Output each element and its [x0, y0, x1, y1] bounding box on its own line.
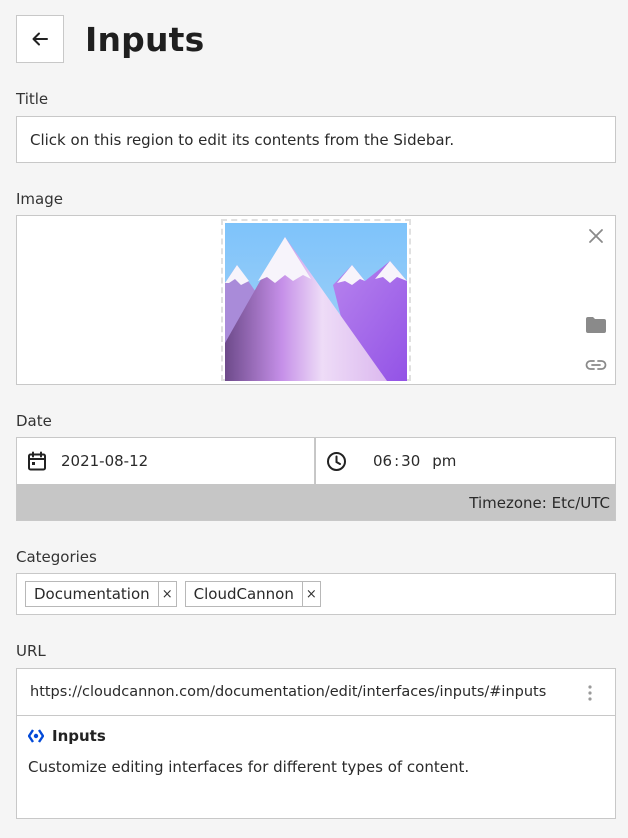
image-input[interactable]: [16, 215, 616, 385]
page-title: Inputs: [85, 20, 205, 59]
date-label: Date: [16, 412, 52, 430]
link-preview-title: Inputs: [28, 727, 106, 745]
category-tag-label: CloudCannon: [193, 585, 294, 603]
link-icon[interactable]: [585, 354, 607, 376]
url-label: URL: [16, 642, 46, 660]
category-tag-label: Documentation: [34, 585, 150, 603]
categories-input[interactable]: Documentation × CloudCannon ×: [16, 573, 616, 615]
remove-tag-button[interactable]: ×: [157, 582, 176, 606]
image-label: Image: [16, 190, 63, 208]
categories-label: Categories: [16, 548, 97, 566]
link-preview-description: Customize editing interfaces for differe…: [28, 758, 470, 776]
date-input-group: 2021-08-12 06 : 30 pm Timezone: Etc/UTC: [16, 437, 616, 521]
category-tag: CloudCannon ×: [184, 581, 321, 607]
close-icon[interactable]: [585, 225, 607, 247]
mountain-image: [225, 223, 407, 381]
cloudcannon-logo-icon: [28, 729, 44, 743]
time-field[interactable]: 06 : 30 pm: [316, 438, 615, 484]
more-options-icon[interactable]: [587, 685, 593, 701]
url-input[interactable]: https://cloudcannon.com/documentation/ed…: [17, 669, 615, 716]
category-tag: Documentation ×: [25, 581, 177, 607]
preview-title-text: Inputs: [52, 727, 106, 745]
time-period[interactable]: pm: [432, 452, 456, 470]
folder-icon[interactable]: [585, 314, 607, 336]
calendar-icon: [28, 451, 46, 471]
arrow-left-icon: [32, 32, 48, 46]
back-button[interactable]: [16, 15, 64, 63]
date-field[interactable]: 2021-08-12: [17, 438, 315, 484]
clock-icon: [327, 451, 346, 471]
time-hour[interactable]: 06: [373, 452, 392, 470]
title-input[interactable]: Click on this region to edit its content…: [16, 116, 616, 163]
title-label: Title: [16, 90, 49, 108]
date-value: 2021-08-12: [61, 452, 149, 470]
time-minute[interactable]: 30: [401, 452, 420, 470]
remove-tag-button[interactable]: ×: [301, 582, 320, 606]
url-input-group: https://cloudcannon.com/documentation/ed…: [16, 668, 616, 819]
timezone-text: Timezone: Etc/UTC: [469, 494, 610, 512]
image-preview[interactable]: [221, 219, 411, 381]
